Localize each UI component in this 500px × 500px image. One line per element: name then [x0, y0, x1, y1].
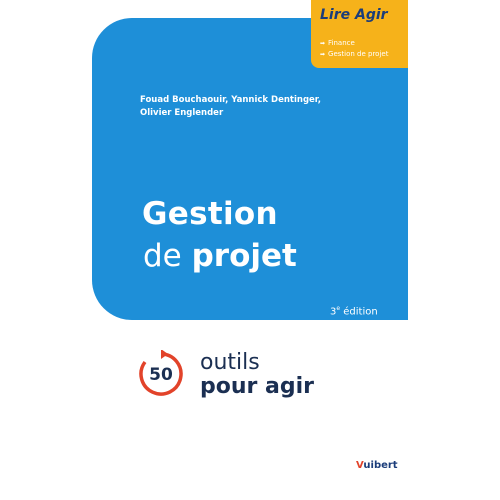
- authors-line-1: Fouad Bouchaouir, Yannick Dentinger,: [140, 95, 321, 105]
- authors-line-2: Olivier Englender: [140, 108, 224, 118]
- arrow-icon: ➡: [320, 51, 326, 58]
- edition-label: 3e édition: [330, 305, 378, 318]
- book-title-de: de: [143, 238, 182, 274]
- arrow-icon: ➡: [320, 40, 326, 47]
- tagline-line-2: pour agir: [200, 374, 315, 399]
- publisher-logo: Vuibert: [356, 460, 398, 471]
- series-subject-project: ➡ Gestion de projet: [320, 50, 389, 58]
- book-title-projet: projet: [191, 238, 297, 274]
- book-title-line-1: Gestion: [142, 196, 278, 232]
- tools-count: 50: [149, 365, 173, 385]
- series-subject-finance: ➡ Finance: [320, 39, 355, 47]
- authors: Fouad Bouchaouir, Yannick Dentinger, Oli…: [140, 94, 330, 120]
- book-title-line-2: de projet: [143, 238, 297, 274]
- series-title: Lire Agir: [320, 7, 388, 23]
- tagline-line-1: outils: [200, 350, 260, 375]
